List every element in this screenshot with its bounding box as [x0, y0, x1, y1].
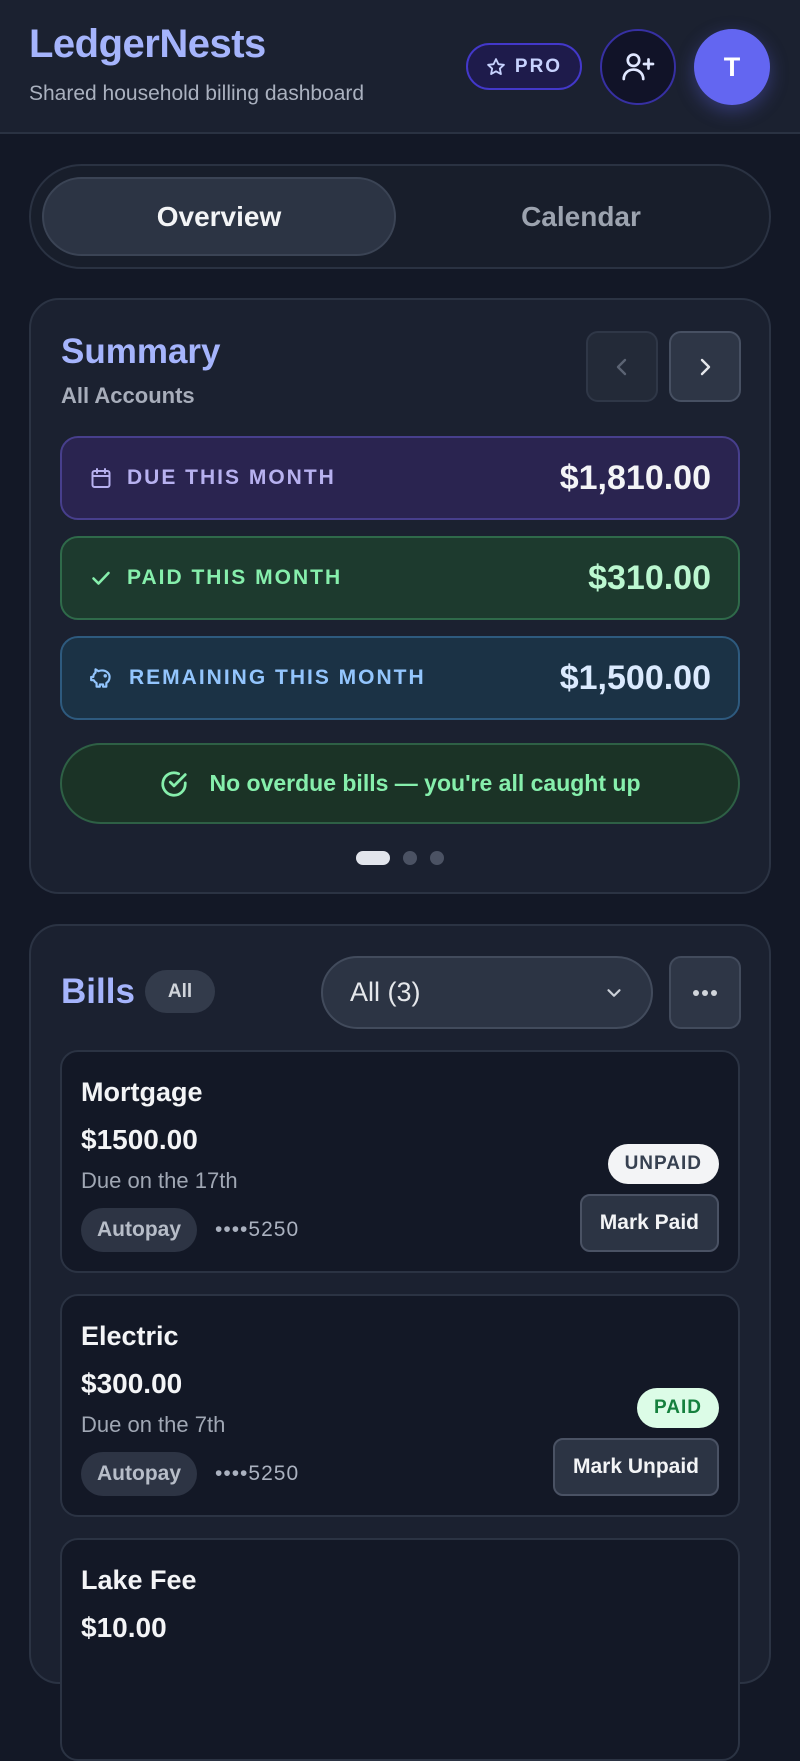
- carousel-dot-2[interactable]: [403, 851, 417, 865]
- summary-title: Summary: [61, 332, 221, 371]
- bill-name: Electric: [81, 1321, 179, 1351]
- stat-due-this-month: DUE THIS MONTH $1,810.00: [60, 436, 740, 520]
- account-number: ••••5250: [215, 1462, 300, 1485]
- app-title: LedgerNests: [29, 22, 266, 66]
- status-banner: No overdue bills — you're all caught up: [60, 743, 740, 824]
- bills-filter-chip: All: [145, 970, 215, 1013]
- stat-label: PAID THIS MONTH: [127, 566, 343, 589]
- chevron-left-icon: [610, 355, 634, 379]
- bill-amount: $300.00: [81, 1368, 183, 1399]
- user-avatar[interactable]: T: [694, 29, 770, 105]
- bill-amount: $1500.00: [81, 1124, 198, 1155]
- stat-amount: $1,810.00: [559, 458, 711, 497]
- carousel-dots: [31, 851, 769, 865]
- calendar-icon: [89, 466, 113, 490]
- mark-paid-button[interactable]: Mark Paid: [579, 1194, 719, 1252]
- carousel-dot-3[interactable]: [430, 851, 444, 865]
- tab-calendar[interactable]: Calendar: [404, 177, 758, 256]
- bill-due-date: Due on the 7th: [81, 1412, 226, 1437]
- user-plus-icon: [620, 49, 656, 85]
- star-icon: [486, 57, 506, 77]
- bills-card: Bills All All (3) Mortgage $1500.00 Due …: [29, 924, 771, 1761]
- view-tabs: Overview Calendar: [29, 164, 771, 269]
- stat-amount: $310.00: [588, 558, 711, 597]
- pro-badge[interactable]: PRO: [466, 43, 582, 90]
- next-button[interactable]: [669, 331, 741, 402]
- stat-remaining-this-month: REMAINING THIS MONTH $1,500.00: [60, 636, 740, 720]
- status-message: No overdue bills — you're all caught up: [209, 770, 641, 796]
- check-icon: [89, 566, 113, 590]
- bill-card-electric[interactable]: Electric $300.00 Due on the 7th Autopay …: [60, 1294, 740, 1517]
- piggy-bank-icon: [89, 665, 115, 691]
- stat-label: REMAINING THIS MONTH: [129, 666, 426, 689]
- add-member-button[interactable]: [600, 29, 676, 105]
- bill-card-lake-fee[interactable]: Lake Fee $10.00: [60, 1538, 740, 1761]
- stat-amount: $1,500.00: [559, 658, 711, 697]
- app-subtitle: Shared household billing dashboard: [29, 82, 365, 105]
- stat-label: DUE THIS MONTH: [127, 466, 336, 489]
- more-horizontal-icon: [691, 988, 719, 998]
- bill-amount: $10.00: [81, 1612, 167, 1643]
- bill-name: Lake Fee: [81, 1565, 197, 1595]
- bills-title: Bills: [61, 972, 135, 1011]
- carousel-dot-1[interactable]: [356, 851, 390, 865]
- pro-label: PRO: [514, 55, 563, 77]
- stat-paid-this-month: PAID THIS MONTH $310.00: [60, 536, 740, 620]
- filter-value: All (3): [350, 977, 421, 1007]
- tab-overview[interactable]: Overview: [42, 177, 396, 256]
- more-options-button[interactable]: [669, 956, 741, 1029]
- summary-subtitle: All Accounts: [61, 383, 195, 408]
- summary-card: Summary All Accounts DUE THIS MONTH $1,8…: [29, 298, 771, 894]
- bills-filter-select[interactable]: All (3): [321, 956, 653, 1029]
- account-number: ••••5250: [215, 1218, 300, 1241]
- autopay-badge: Autopay: [81, 1208, 197, 1252]
- check-circle-icon: [159, 769, 189, 799]
- status-badge: PAID: [637, 1388, 719, 1428]
- bill-name: Mortgage: [81, 1077, 203, 1107]
- bill-due-date: Due on the 17th: [81, 1168, 238, 1193]
- chevron-right-icon: [693, 355, 717, 379]
- mark-unpaid-button[interactable]: Mark Unpaid: [552, 1438, 719, 1496]
- status-badge: UNPAID: [607, 1144, 719, 1184]
- bill-card-mortgage[interactable]: Mortgage $1500.00 Due on the 17th Autopa…: [60, 1050, 740, 1273]
- previous-button[interactable]: [586, 331, 658, 402]
- app-header: LedgerNests Shared household billing das…: [0, 0, 800, 134]
- chevron-down-icon: [603, 982, 625, 1004]
- autopay-badge: Autopay: [81, 1452, 197, 1496]
